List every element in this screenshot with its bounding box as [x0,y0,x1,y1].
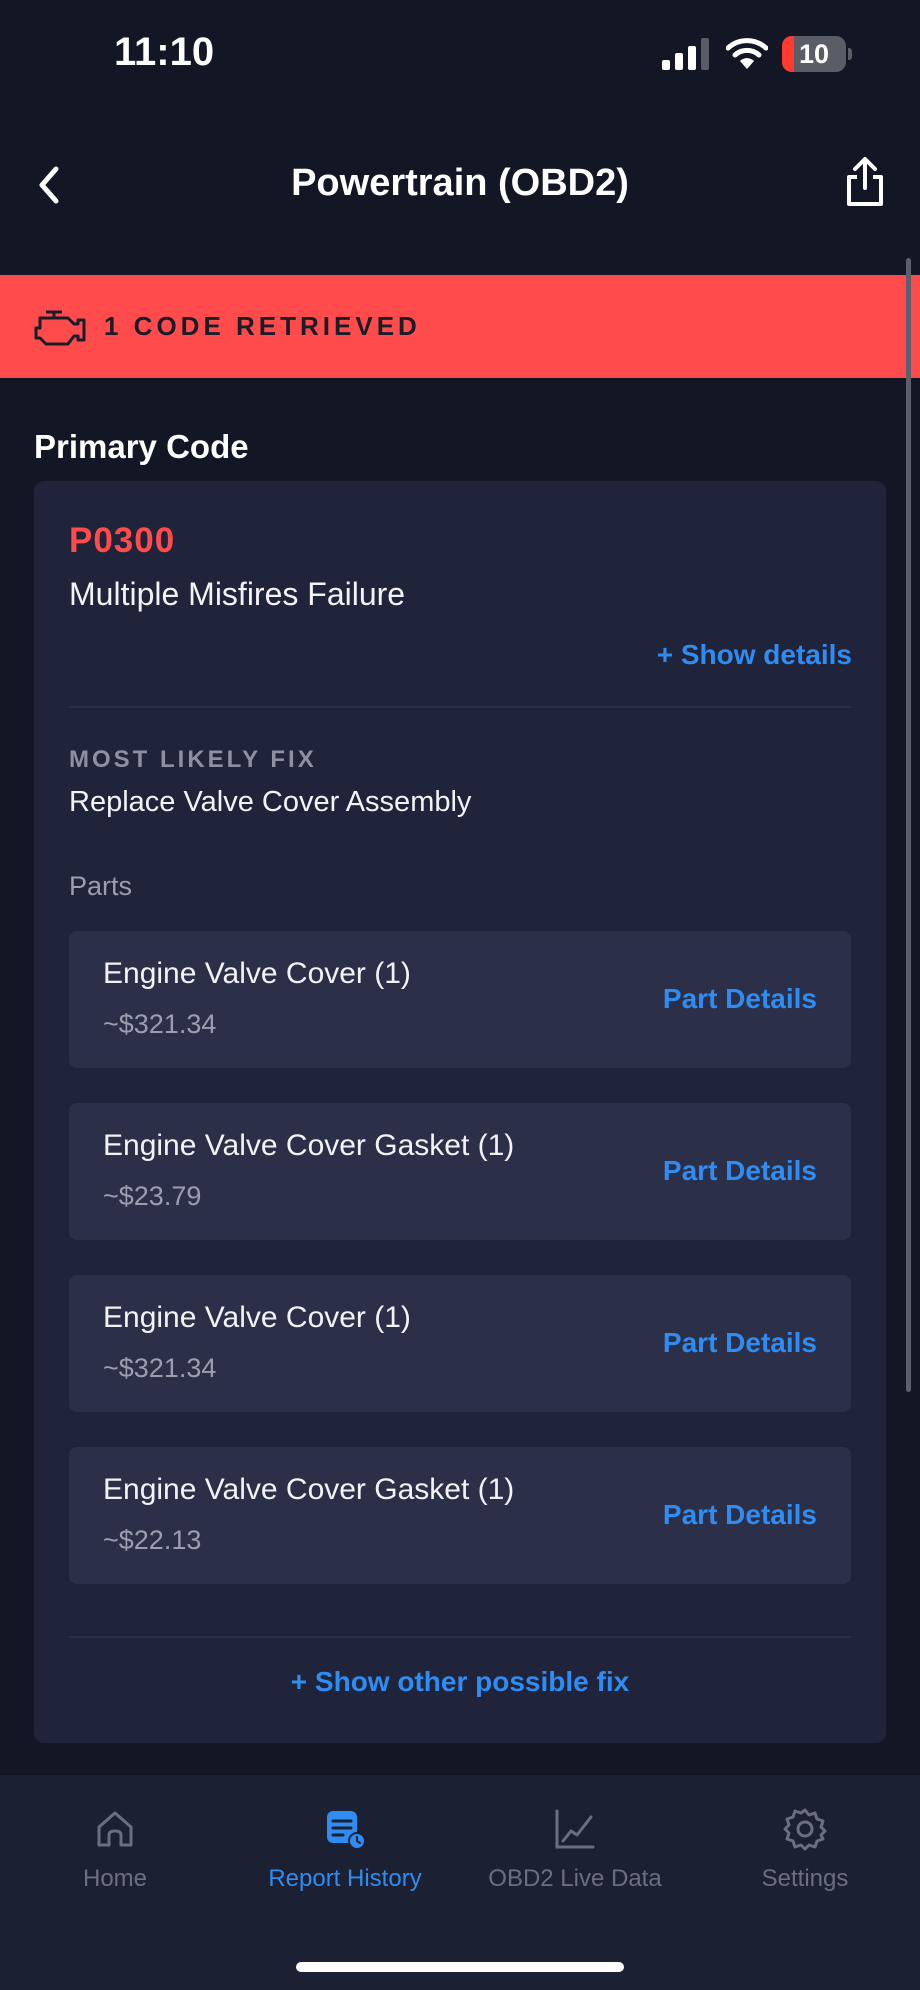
nav-header: Powertrain (OBD2) [0,140,920,230]
battery-tip [848,48,852,60]
battery-body: 10 [782,36,846,72]
status-time: 11:10 [114,30,215,74]
tab-report-history[interactable]: Report History [230,1795,460,1905]
part-details-button[interactable]: Part Details [663,1327,817,1359]
wifi-icon [726,38,768,69]
part-details-button[interactable]: Part Details [663,1155,817,1187]
tab-label: Settings [761,1865,849,1892]
tab-label: Report History [268,1865,422,1892]
codes-retrieved-text: 1 CODE RETRIEVED [104,311,421,341]
tab-label: OBD2 Live Data [488,1865,662,1892]
codes-retrieved-banner: 1 CODE RETRIEVED [0,275,920,378]
cellular-signal-icon [662,38,709,70]
battery-indicator: 10 [782,36,852,72]
home-icon [97,1811,133,1847]
tab-obd2-live-data[interactable]: OBD2 Live Data [460,1795,690,1905]
part-price: ~$321.34 [103,1353,217,1383]
tab-bar: Home Report History OBD2 Live Data Setti… [0,1775,920,1990]
part-price: ~$22.13 [103,1525,202,1555]
part-price: ~$321.34 [103,1009,217,1039]
part-item: Engine Valve Cover Gasket (1) ~$23.79 Pa… [69,1103,851,1240]
part-details-button[interactable]: Part Details [663,1499,817,1531]
part-price: ~$23.79 [103,1181,202,1211]
gear-icon [783,1808,827,1851]
trouble-code: P0300 [69,521,176,560]
divider [69,706,851,708]
most-likely-fix-value: Replace Valve Cover Assembly [69,786,472,818]
part-details-button[interactable]: Part Details [663,983,817,1015]
engine-icon [34,310,86,345]
part-item: Engine Valve Cover (1) ~$321.34 Part Det… [69,931,851,1068]
divider [69,1636,851,1638]
part-item: Engine Valve Cover (1) ~$321.34 Part Det… [69,1275,851,1412]
part-name: Engine Valve Cover (1) [103,1301,411,1334]
home-indicator [296,1962,624,1972]
battery-level: 10 [798,39,830,69]
share-button[interactable] [840,152,890,212]
primary-code-card: P0300 Multiple Misfires Failure + Show d… [34,481,886,1743]
tab-home[interactable]: Home [0,1795,230,1905]
code-description: Multiple Misfires Failure [69,576,406,612]
screen: 11:10 10 Powertrain (OBD2) 1 CODE RETRIE… [0,0,920,1990]
part-item: Engine Valve Cover Gasket (1) ~$22.13 Pa… [69,1447,851,1584]
section-title: Primary Code [34,428,249,465]
part-name: Engine Valve Cover (1) [103,957,411,990]
tab-settings[interactable]: Settings [690,1795,920,1905]
line-chart-icon [555,1809,595,1849]
part-name: Engine Valve Cover Gasket (1) [103,1129,515,1162]
tab-label: Home [82,1865,148,1892]
scrollbar[interactable] [906,258,911,1392]
most-likely-fix-label: MOST LIKELY FIX [69,746,317,773]
show-other-fix-button[interactable]: + Show other possible fix [34,1666,886,1698]
part-name: Engine Valve Cover Gasket (1) [103,1473,515,1506]
share-icon [847,157,883,206]
parts-label: Parts [69,871,133,901]
report-history-icon [327,1811,366,1850]
status-bar: 11:10 10 [0,0,920,110]
page-title: Powertrain (OBD2) [291,162,629,204]
show-details-button[interactable]: + Show details [657,639,852,671]
